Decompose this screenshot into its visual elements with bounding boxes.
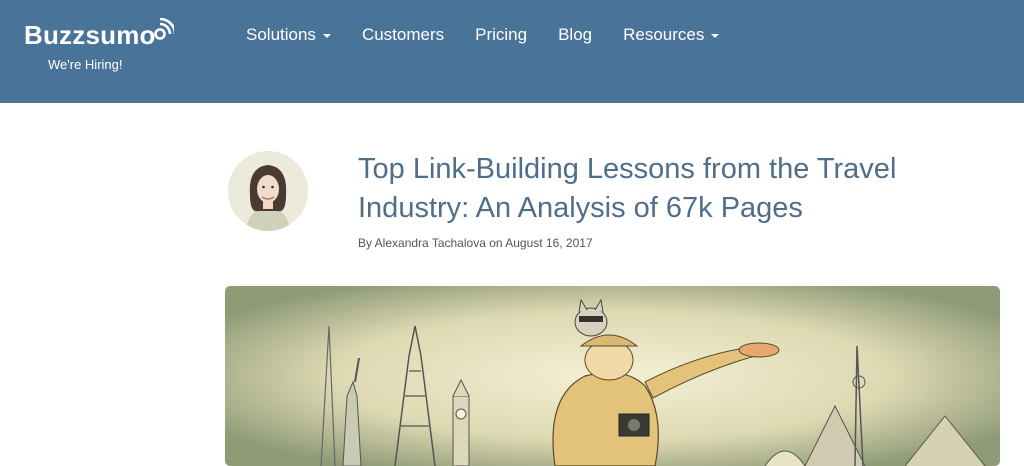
nav-pricing[interactable]: Pricing xyxy=(475,25,527,45)
nav-pricing-label: Pricing xyxy=(475,25,528,44)
hiring-link[interactable]: We're Hiring! xyxy=(48,57,122,72)
nav-solutions[interactable]: Solutions xyxy=(246,25,331,45)
nav-customers-label: Customers xyxy=(361,25,445,44)
article-byline: By Alexandra Tachalova on August 16, 201… xyxy=(358,236,593,250)
nav-solutions-label: Solutions xyxy=(246,25,316,44)
nav-customers[interactable]: Customers xyxy=(362,25,444,45)
nav-blog[interactable]: Blog xyxy=(558,25,592,45)
article-title: Top Link-Building Lessons from the Trave… xyxy=(358,153,897,224)
nav-resources-label: Resources xyxy=(623,25,705,44)
logo-text: Buzzsumo xyxy=(24,20,156,50)
main-nav: Solutions Customers Pricing Blog Resourc… xyxy=(246,25,750,45)
caret-down-icon xyxy=(711,34,720,38)
nav-blog-label: Blog xyxy=(558,25,593,44)
author-avatar[interactable] xyxy=(228,151,308,231)
buzzsumo-logo[interactable]: Buzzsumo xyxy=(24,17,176,51)
site-header: Buzzsumo We're Hiring! Solutions Custome… xyxy=(0,0,1024,103)
article-hero-image xyxy=(225,286,1000,466)
caret-down-icon xyxy=(322,34,331,38)
nav-resources[interactable]: Resources xyxy=(623,25,720,45)
wifi-signal-icon xyxy=(153,16,176,47)
